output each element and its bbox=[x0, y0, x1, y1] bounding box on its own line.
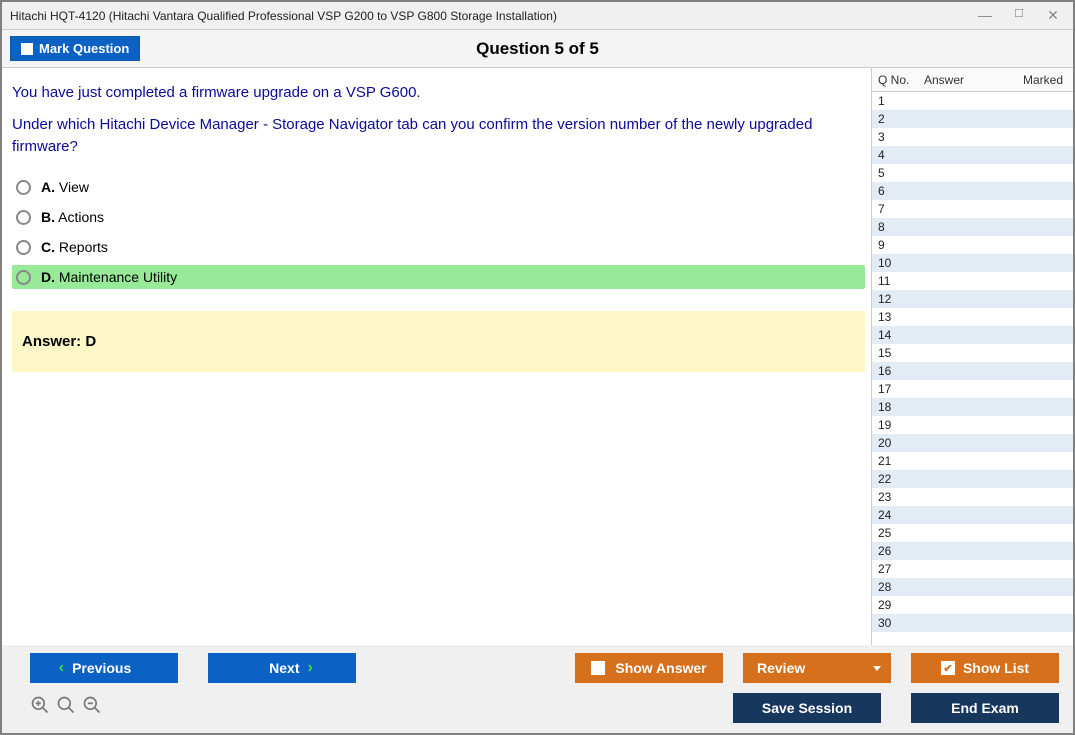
list-item[interactable]: 29 bbox=[872, 596, 1073, 614]
review-label: Review bbox=[757, 660, 805, 676]
question-list-rows[interactable]: 1234567891011121314151617181920212223242… bbox=[872, 92, 1073, 645]
previous-button[interactable]: ‹ Previous bbox=[30, 653, 178, 683]
top-toolbar: Mark Question Question 5 of 5 bbox=[2, 30, 1073, 68]
chevron-left-icon: ‹ bbox=[59, 659, 64, 677]
list-item[interactable]: 30 bbox=[872, 614, 1073, 632]
list-item[interactable]: 1 bbox=[872, 92, 1073, 110]
question-list-panel: Q No. Answer Marked 12345678910111213141… bbox=[871, 68, 1073, 645]
option-label: D. Maintenance Utility bbox=[41, 269, 177, 285]
question-text: You have just completed a firmware upgra… bbox=[12, 82, 865, 157]
option-label: A. View bbox=[41, 179, 89, 195]
save-session-label: Save Session bbox=[762, 700, 852, 716]
list-item[interactable]: 21 bbox=[872, 452, 1073, 470]
list-item[interactable]: 25 bbox=[872, 524, 1073, 542]
zoom-in-icon[interactable] bbox=[30, 695, 50, 721]
radio-icon bbox=[16, 240, 31, 255]
col-answer: Answer bbox=[918, 69, 1013, 91]
list-item[interactable]: 4 bbox=[872, 146, 1073, 164]
button-row-2: Save Session End Exam bbox=[30, 693, 1059, 723]
show-list-label: Show List bbox=[963, 660, 1029, 676]
previous-label: Previous bbox=[72, 660, 131, 676]
next-label: Next bbox=[269, 660, 299, 676]
mark-question-label: Mark Question bbox=[39, 41, 129, 56]
minimize-icon[interactable]: — bbox=[977, 7, 993, 24]
chevron-right-icon: › bbox=[308, 659, 313, 677]
option-label: C. Reports bbox=[41, 239, 108, 255]
options-list: A. View B. Actions C. Reports D. Maintenanc… bbox=[12, 175, 865, 289]
list-item[interactable]: 6 bbox=[872, 182, 1073, 200]
col-marked: Marked bbox=[1013, 69, 1073, 91]
list-item[interactable]: 13 bbox=[872, 308, 1073, 326]
list-item[interactable]: 10 bbox=[872, 254, 1073, 272]
option-A[interactable]: A. View bbox=[12, 175, 865, 199]
list-item[interactable]: 17 bbox=[872, 380, 1073, 398]
list-item[interactable]: 27 bbox=[872, 560, 1073, 578]
list-item[interactable]: 23 bbox=[872, 488, 1073, 506]
list-item[interactable]: 18 bbox=[872, 398, 1073, 416]
end-exam-button[interactable]: End Exam bbox=[911, 693, 1059, 723]
list-item[interactable]: 26 bbox=[872, 542, 1073, 560]
save-session-button[interactable]: Save Session bbox=[733, 693, 881, 723]
mark-question-button[interactable]: Mark Question bbox=[10, 36, 140, 61]
list-item[interactable]: 14 bbox=[872, 326, 1073, 344]
option-C[interactable]: C. Reports bbox=[12, 235, 865, 259]
chevron-down-icon bbox=[873, 666, 881, 671]
list-item[interactable]: 15 bbox=[872, 344, 1073, 362]
list-item[interactable]: 7 bbox=[872, 200, 1073, 218]
zoom-controls bbox=[30, 695, 102, 721]
zoom-reset-icon[interactable] bbox=[56, 695, 76, 721]
square-icon bbox=[591, 661, 605, 675]
end-exam-label: End Exam bbox=[951, 700, 1019, 716]
window-controls: — ☐ ✕ bbox=[977, 7, 1061, 24]
zoom-out-icon[interactable] bbox=[82, 695, 102, 721]
window-title: Hitachi HQT-4120 (Hitachi Vantara Qualif… bbox=[10, 9, 977, 23]
list-item[interactable]: 19 bbox=[872, 416, 1073, 434]
button-row-1: ‹ Previous Next › Show Answer Review ✔ S… bbox=[30, 653, 1059, 683]
titlebar: Hitachi HQT-4120 (Hitachi Vantara Qualif… bbox=[2, 2, 1073, 30]
radio-icon bbox=[16, 270, 31, 285]
col-qno: Q No. bbox=[872, 69, 918, 91]
show-list-button[interactable]: ✔ Show List bbox=[911, 653, 1059, 683]
list-item[interactable]: 8 bbox=[872, 218, 1073, 236]
list-item[interactable]: 9 bbox=[872, 236, 1073, 254]
check-icon: ✔ bbox=[941, 661, 955, 675]
list-item[interactable]: 11 bbox=[872, 272, 1073, 290]
list-item[interactable]: 5 bbox=[872, 164, 1073, 182]
list-item[interactable]: 20 bbox=[872, 434, 1073, 452]
app-window: Hitachi HQT-4120 (Hitachi Vantara Qualif… bbox=[0, 0, 1075, 735]
list-item[interactable]: 3 bbox=[872, 128, 1073, 146]
close-icon[interactable]: ✕ bbox=[1045, 7, 1061, 24]
question-heading: Question 5 of 5 bbox=[2, 39, 1073, 59]
list-item[interactable]: 2 bbox=[872, 110, 1073, 128]
radio-icon bbox=[16, 210, 31, 225]
show-answer-button[interactable]: Show Answer bbox=[575, 653, 723, 683]
option-B[interactable]: B. Actions bbox=[12, 205, 865, 229]
bottom-bar: ‹ Previous Next › Show Answer Review ✔ S… bbox=[2, 645, 1073, 733]
list-item[interactable]: 16 bbox=[872, 362, 1073, 380]
question-list-header: Q No. Answer Marked bbox=[872, 68, 1073, 92]
question-line-1: You have just completed a firmware upgra… bbox=[12, 82, 865, 104]
maximize-icon[interactable]: ☐ bbox=[1011, 7, 1027, 24]
body-area: You have just completed a firmware upgra… bbox=[2, 68, 1073, 645]
review-button[interactable]: Review bbox=[743, 653, 891, 683]
answer-box: Answer: D bbox=[12, 311, 865, 372]
list-item[interactable]: 22 bbox=[872, 470, 1073, 488]
option-label: B. Actions bbox=[41, 209, 104, 225]
show-answer-label: Show Answer bbox=[615, 660, 706, 676]
option-D[interactable]: D. Maintenance Utility bbox=[12, 265, 865, 289]
list-item[interactable]: 28 bbox=[872, 578, 1073, 596]
radio-icon bbox=[16, 180, 31, 195]
next-button[interactable]: Next › bbox=[208, 653, 356, 683]
checkbox-icon bbox=[21, 43, 33, 55]
list-item[interactable]: 12 bbox=[872, 290, 1073, 308]
question-pane: You have just completed a firmware upgra… bbox=[2, 68, 871, 645]
list-item[interactable]: 24 bbox=[872, 506, 1073, 524]
question-line-2: Under which Hitachi Device Manager - Sto… bbox=[12, 114, 865, 158]
